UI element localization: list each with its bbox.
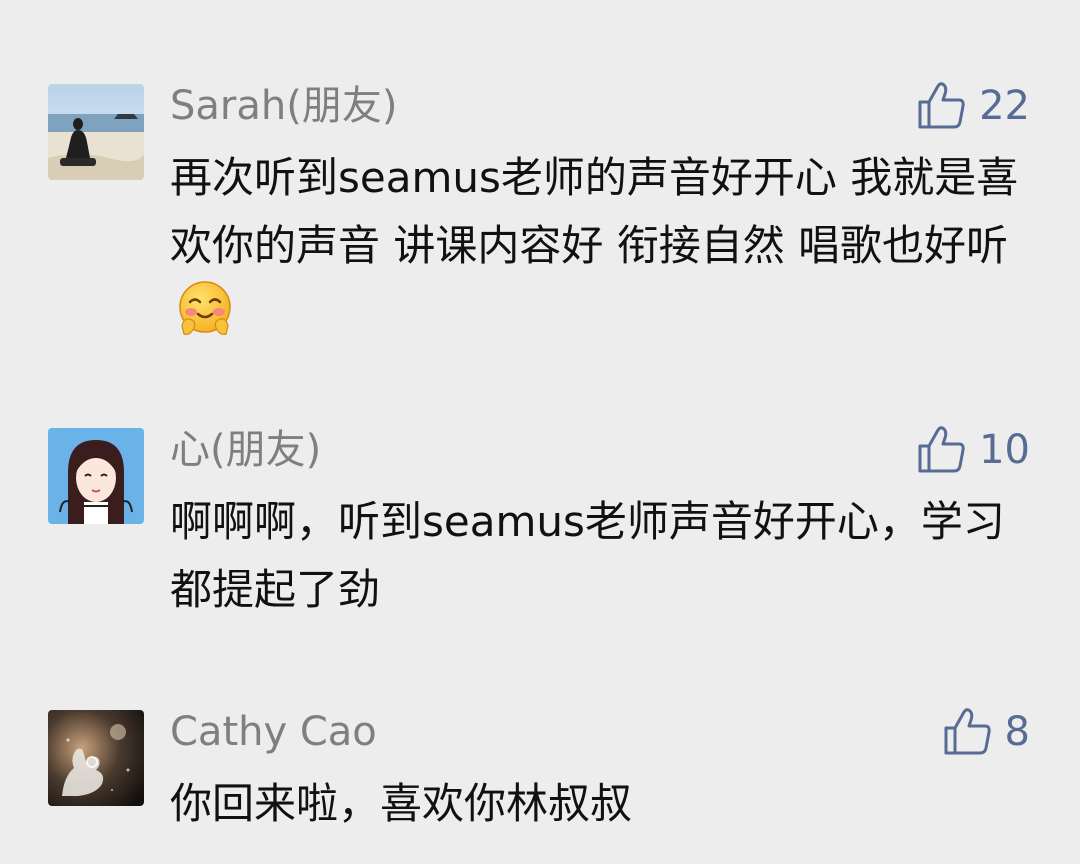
comment-text: 啊啊啊，听到seamus老师声音好开心，学习都提起了劲: [170, 497, 1005, 614]
like-button[interactable]: 8: [943, 708, 1030, 756]
like-button[interactable]: 10: [917, 426, 1030, 474]
avatar[interactable]: [48, 84, 144, 180]
thumbs-up-icon: [918, 426, 965, 473]
thumbs-up-icon: [918, 82, 965, 129]
comment-text: 再次听到seamus老师的声音好开心 我就是喜欢你的声音 讲课内容好 衔接自然 …: [170, 144, 1030, 348]
hand-gesture-avatar: [48, 710, 144, 806]
comment-text-content: 再次听到seamus老师的声音好开心 我就是喜欢你的声音 讲课内容好 衔接自然 …: [170, 153, 1019, 270]
like-count: 22: [979, 83, 1030, 129]
comment-author[interactable]: Cathy Cao: [170, 708, 377, 756]
avatar[interactable]: [48, 710, 144, 806]
comment-list: Sarah(朋友) 22 再次听到seamus老师的声音好开心 我就是喜欢你的声…: [0, 0, 1080, 864]
comment-author[interactable]: Sarah(朋友): [170, 82, 397, 130]
cartoon-girl-avatar: [48, 428, 144, 524]
beach-silhouette-avatar: [48, 84, 144, 180]
like-button[interactable]: 22: [917, 82, 1030, 130]
comment-text: 你回来啦，喜欢你林叔叔: [170, 779, 633, 828]
avatar[interactable]: [48, 428, 144, 524]
thumbs-up-icon: [944, 708, 991, 755]
like-count: 10: [979, 427, 1030, 473]
like-count: 8: [1004, 709, 1030, 755]
comment-author[interactable]: 心(朋友): [170, 426, 321, 474]
blushing-face-emoji: [176, 280, 234, 338]
